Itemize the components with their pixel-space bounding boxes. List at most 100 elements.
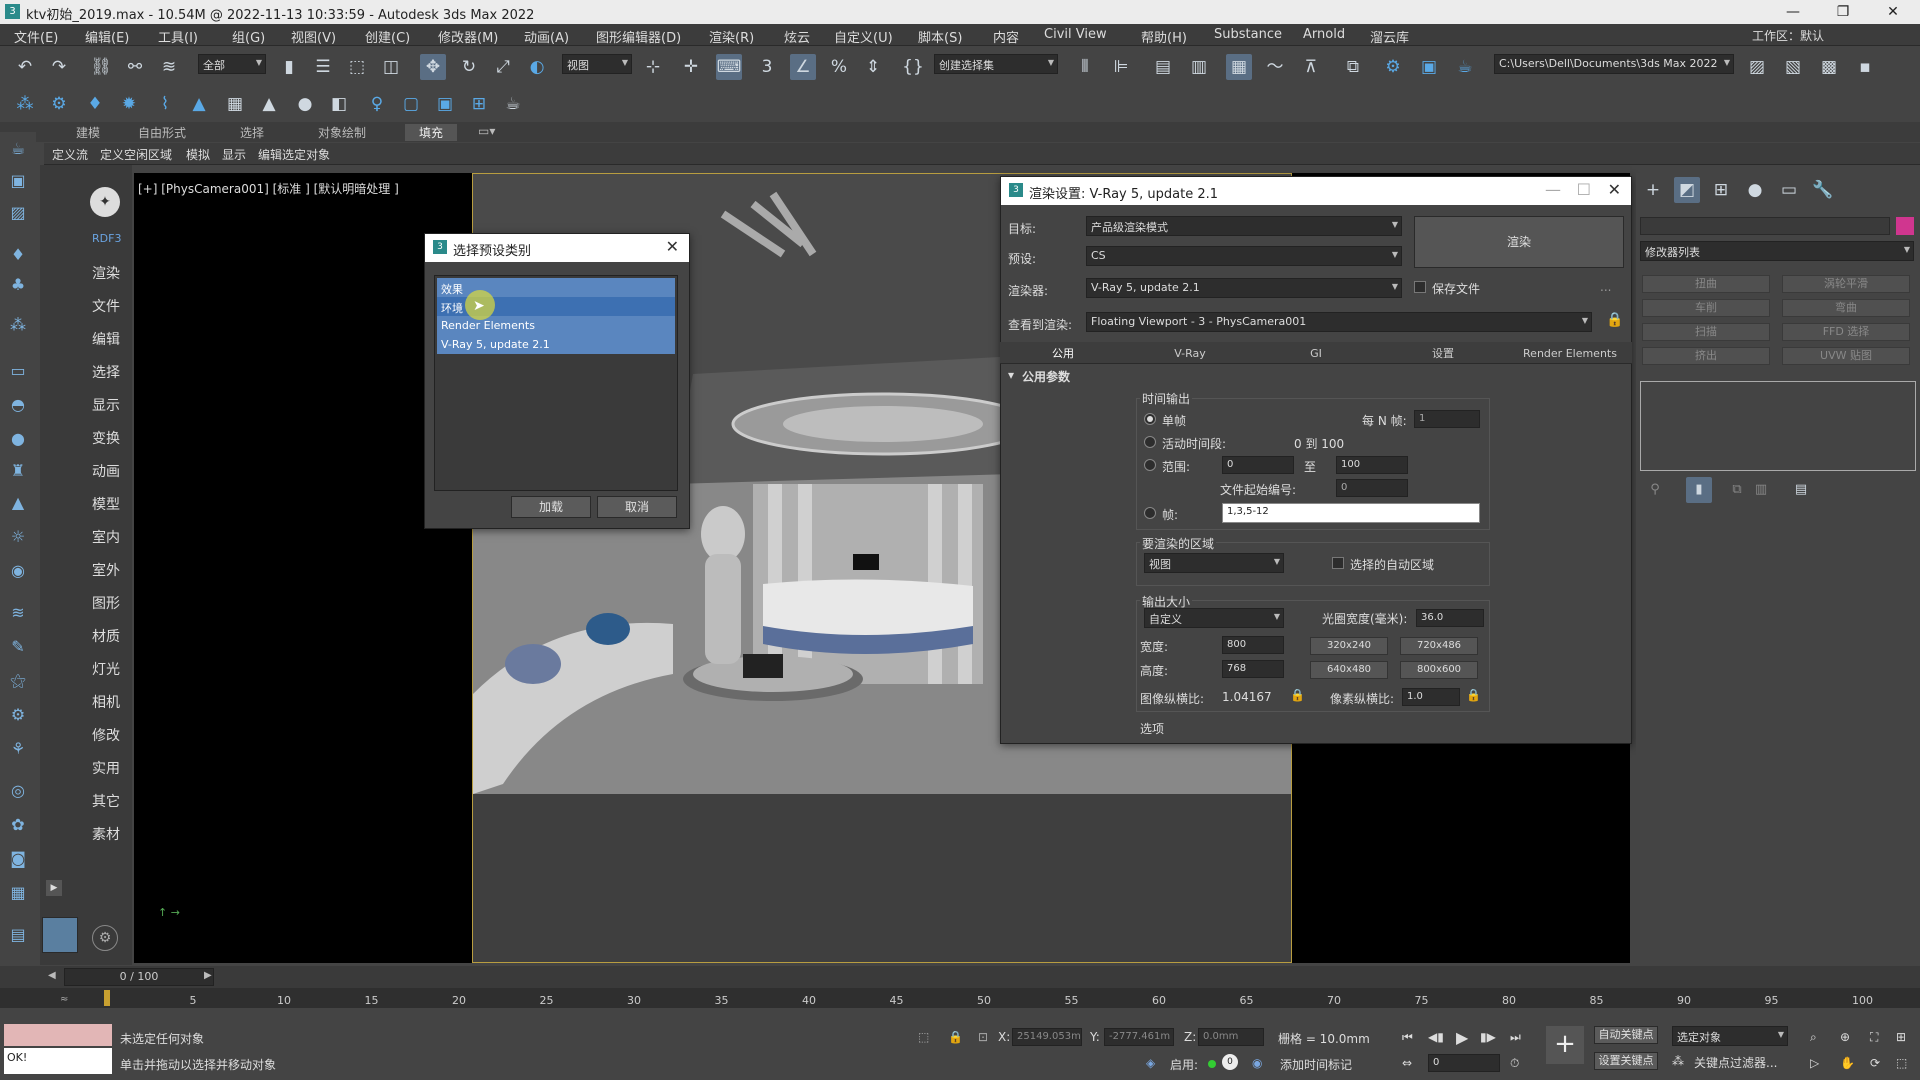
mirror-icon[interactable]: ⫴ xyxy=(1072,54,1098,80)
preset-category-list[interactable]: 效果 环境 Render Elements V-Ray 5, update 2.… xyxy=(434,275,678,491)
timeline-prev-icon[interactable]: ◀ xyxy=(48,970,62,984)
vray-light-icon[interactable]: ⁂ xyxy=(12,91,38,117)
display-tab-icon[interactable]: ▭ xyxy=(1776,177,1802,203)
menu-view[interactable]: 视图(V) xyxy=(291,27,336,46)
add-time-tag-icon[interactable]: ◉ xyxy=(1252,1056,1262,1070)
side-cmd-materials[interactable]: 材质 xyxy=(92,626,120,646)
network-icon[interactable]: ⚝ xyxy=(5,668,31,694)
spinner-snap-icon[interactable]: ⇕ xyxy=(860,54,886,80)
vray-proxy-icon[interactable]: ▦ xyxy=(222,91,248,117)
next-frame-icon[interactable]: ▮▶ xyxy=(1480,1030,1496,1044)
set-key-big-icon[interactable]: + xyxy=(1546,1026,1584,1064)
snap-3d-icon[interactable]: 3 xyxy=(754,54,780,80)
scatter-icon[interactable]: ⁂ xyxy=(5,312,31,338)
rotate-icon[interactable]: ↻ xyxy=(456,54,482,80)
photo-icon[interactable]: ◙ xyxy=(5,846,31,872)
project-folder-icon[interactable]: ▨ xyxy=(1744,54,1770,80)
hierarchy-tab-icon[interactable]: ⊞ xyxy=(1708,177,1734,203)
project-path-dropdown[interactable]: C:\Users\Dell\Documents\3ds Max 2022 xyxy=(1494,54,1734,74)
menu-animation[interactable]: 动画(A) xyxy=(524,27,569,46)
palette-icon[interactable]: ✿ xyxy=(5,812,31,838)
keyboard-shortcut-icon[interactable]: ⌨ xyxy=(716,54,742,80)
vray-mesh-export-icon[interactable]: ▲ xyxy=(256,91,282,117)
vray-fur-icon[interactable]: ⌇ xyxy=(152,91,178,117)
menu-graph-editors[interactable]: 图形编辑器(D) xyxy=(596,27,681,46)
menu-customize[interactable]: 自定义(U) xyxy=(834,27,893,46)
tab-settings[interactable]: 设置 xyxy=(1400,344,1486,364)
unlink-icon[interactable]: ⚯ xyxy=(122,54,148,80)
sphere-icon[interactable]: ● xyxy=(5,426,31,452)
motion-tab-icon[interactable]: ● xyxy=(1742,177,1768,203)
named-selection-dropdown[interactable]: 创建选择集 xyxy=(934,54,1058,74)
tree-icon[interactable]: ♣ xyxy=(5,272,31,298)
edit-selected-button[interactable]: 编辑选定对象 xyxy=(258,146,330,163)
open-folder-icon[interactable]: ▧ xyxy=(1780,54,1806,80)
add-time-tag-label[interactable]: 添加时间标记 xyxy=(1280,1056,1352,1073)
tab-render-elements[interactable]: Render Elements xyxy=(1514,344,1626,364)
plant-icon[interactable]: ⚘ xyxy=(5,736,31,762)
current-frame-spinner[interactable]: 0 xyxy=(1428,1054,1500,1072)
auto-key-button[interactable]: 自动关键点 xyxy=(1594,1026,1658,1044)
side-cmd-assets[interactable]: 素材 xyxy=(92,824,120,844)
side-cmd-exterior[interactable]: 室外 xyxy=(92,560,120,580)
toggle-ribbon-icon[interactable]: ▥ xyxy=(1186,54,1212,80)
menu-scripting[interactable]: 脚本(S) xyxy=(918,27,962,46)
side-cmd-model[interactable]: 模型 xyxy=(92,494,120,514)
tab-gi[interactable]: GI xyxy=(1276,344,1356,364)
menu-civil-view[interactable]: Civil View xyxy=(1044,27,1107,42)
vray-ambient-light-icon[interactable]: ✹ xyxy=(116,91,142,117)
ribbon-tab-populate[interactable]: 填充 xyxy=(405,124,458,141)
range-start-spinner[interactable]: 0 xyxy=(1222,456,1294,474)
time-config-icon[interactable]: ⏱ xyxy=(1510,1056,1519,1071)
close-button[interactable]: ✕ xyxy=(1870,0,1916,24)
curve-editor-mini-icon[interactable]: ≈ xyxy=(60,994,68,1005)
maximize-viewport-icon[interactable]: ⬚ xyxy=(1896,1056,1907,1070)
project-settings-icon[interactable]: ▪ xyxy=(1852,54,1878,80)
menu-substance[interactable]: Substance xyxy=(1214,27,1282,42)
image-icon[interactable]: ▨ xyxy=(5,200,31,226)
target-dropdown[interactable]: 产品级渲染模式 xyxy=(1086,216,1402,236)
range-end-spinner[interactable]: 100 xyxy=(1336,456,1408,474)
globe-icon[interactable]: ◎ xyxy=(5,778,31,804)
angle-snap-icon[interactable]: ∠ xyxy=(790,54,816,80)
pixel-aspect-spinner[interactable]: 1.0 xyxy=(1402,688,1460,706)
select-object-icon[interactable]: ▮ xyxy=(276,54,302,80)
maximize-icon[interactable]: ☐ xyxy=(1577,180,1591,199)
menu-group[interactable]: 组(G) xyxy=(232,27,265,46)
side-cmd-modify[interactable]: 修改 xyxy=(92,725,120,745)
hat-icon[interactable]: ◓ xyxy=(5,392,31,418)
x-coordinate-field[interactable]: 25149.053m xyxy=(1012,1028,1082,1046)
show-end-result-icon[interactable]: ▮ xyxy=(1686,477,1712,503)
utilities-tab-icon[interactable]: 🔧 xyxy=(1810,177,1836,203)
rendered-frame-window-icon[interactable]: ▣ xyxy=(1416,54,1442,80)
manipulate-icon[interactable]: ✛ xyxy=(678,54,704,80)
menu-help[interactable]: 帮助(H) xyxy=(1141,27,1187,46)
viewport-layout-icon[interactable] xyxy=(42,917,78,953)
preset-size-800x600[interactable]: 800x600 xyxy=(1400,661,1478,679)
side-cmd-select[interactable]: 选择 xyxy=(92,362,120,382)
single-frame-radio[interactable] xyxy=(1144,413,1156,425)
hair-icon[interactable]: ≋ xyxy=(5,600,31,626)
light-bulb-icon[interactable]: ♦ xyxy=(5,242,31,268)
time-slider[interactable]: 0 / 100 xyxy=(64,968,214,986)
tab-vray[interactable]: V-Ray xyxy=(1150,344,1230,364)
layer-explorer-icon[interactable]: ▤ xyxy=(1150,54,1176,80)
key-selection-dropdown[interactable]: 选定对象 xyxy=(1672,1026,1788,1046)
save-project-icon[interactable]: ▩ xyxy=(1816,54,1842,80)
tab-common[interactable]: 公用 xyxy=(1020,344,1106,364)
maxscript-output[interactable]: OK! xyxy=(4,1048,112,1074)
area-to-render-dropdown[interactable]: 视图 xyxy=(1144,553,1284,573)
object-name-field[interactable] xyxy=(1640,217,1890,235)
create-tab-icon[interactable]: + xyxy=(1640,177,1666,203)
file-number-base-spinner[interactable]: 0 xyxy=(1336,479,1408,497)
render-icon[interactable]: ▣ xyxy=(5,168,31,194)
pixel-aspect-lock-icon[interactable]: 🔒 xyxy=(1466,688,1481,702)
ball-icon[interactable]: ◉ xyxy=(5,558,31,584)
orbit-icon[interactable]: ⟳ xyxy=(1870,1056,1880,1070)
render-setup-icon[interactable]: ⚙ xyxy=(1380,54,1406,80)
modifier-sweep-button[interactable]: 扫描 xyxy=(1642,323,1770,341)
render-setup-close-icon[interactable]: ✕ xyxy=(1608,180,1621,199)
preset-item-vray[interactable]: V-Ray 5, update 2.1 xyxy=(437,335,675,354)
adaptive-degradation-icon[interactable]: ◈ xyxy=(1146,1056,1155,1070)
side-cmd-shapes[interactable]: 图形 xyxy=(92,593,120,613)
